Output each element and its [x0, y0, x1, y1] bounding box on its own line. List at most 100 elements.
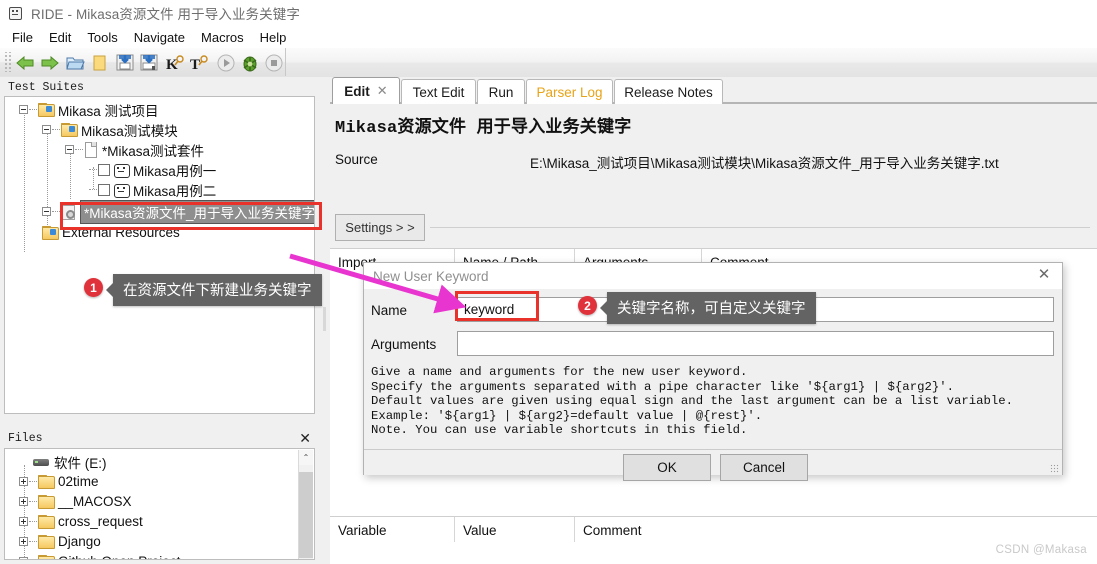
variable-grid-header: Variable Value Comment — [330, 516, 1097, 544]
external-resources-folder-icon — [42, 226, 59, 240]
testcase-icon — [114, 183, 130, 198]
files-node-folder[interactable]: __MACOSX — [19, 491, 132, 512]
toolbar: K T — [0, 48, 1097, 78]
tree-node-resource-file[interactable]: *Mikasa资源文件_用于导入业务关键字.txt — [42, 199, 314, 224]
variable-grid-body[interactable] — [330, 542, 1097, 564]
ok-button[interactable]: OK — [623, 454, 711, 481]
new-folder-icon[interactable] — [87, 50, 111, 75]
testcase-checkbox[interactable] — [98, 163, 110, 176]
test-suites-header: Test Suites — [8, 81, 84, 94]
tree-dots — [29, 108, 37, 111]
tab-text-edit[interactable]: Text Edit — [401, 79, 476, 104]
expand-plus-icon[interactable] — [19, 537, 28, 546]
save-icon[interactable] — [113, 50, 137, 75]
stop-icon[interactable] — [261, 50, 285, 75]
tree-node-label: Mikasa 测试项目 — [58, 103, 159, 119]
search-keyword-icon[interactable]: K — [163, 50, 187, 75]
name-label: Name — [371, 303, 408, 318]
files-node-folder[interactable]: 02time — [19, 471, 99, 492]
close-icon[interactable]: ✕ — [377, 83, 388, 99]
files-node-folder[interactable]: Github Open Project — [19, 551, 180, 559]
files-scrollbar[interactable]: ⌃ — [298, 450, 313, 559]
annotation-badge-1: 1 — [84, 278, 103, 297]
folder-icon — [38, 515, 55, 529]
tree-dots — [89, 168, 97, 171]
tree-node-testcase[interactable]: Mikasa用例二 — [88, 179, 216, 200]
expand-plus-icon[interactable] — [19, 557, 28, 559]
folder-icon — [38, 555, 55, 559]
tree-dots — [29, 540, 37, 543]
source-label: Source — [335, 152, 378, 167]
forward-icon[interactable] — [37, 50, 61, 75]
files-tree[interactable]: 软件 (E:) 02time __MACOSX cross_request Dj… — [4, 448, 315, 560]
debug-icon[interactable] — [237, 50, 261, 75]
menu-item-edit[interactable]: Edit — [41, 29, 79, 46]
files-node-drive[interactable]: 软件 (E:) — [19, 451, 107, 472]
resource-file-title: Mikasa资源文件 用于导入业务关键字 — [335, 119, 632, 138]
arguments-input[interactable] — [457, 331, 1054, 356]
test-suites-tree[interactable]: Mikasa 测试项目 Mikasa测试模块 *Mikasa测试套件 Mikas… — [4, 96, 315, 414]
tab-edit[interactable]: Edit ✕ — [332, 77, 400, 104]
files-panel-header: Files ✕ — [2, 429, 317, 448]
tab-run[interactable]: Run — [477, 79, 525, 104]
tab-label: Text Edit — [412, 84, 465, 100]
tree-node-module[interactable]: Mikasa测试模块 — [42, 119, 178, 140]
collapse-minus-icon[interactable] — [42, 207, 51, 216]
menu-item-macros[interactable]: Macros — [193, 29, 252, 46]
source-path: E:\Mikasa_测试项目\Mikasa测试模块\Mikasa资源文件_用于导… — [530, 156, 999, 171]
files-node-label: 软件 (E:) — [54, 455, 107, 471]
scrollbar-thumb[interactable] — [299, 472, 313, 558]
menu-item-help[interactable]: Help — [252, 29, 295, 46]
pane-splitter[interactable] — [319, 77, 330, 564]
search-test-icon[interactable]: T — [187, 50, 211, 75]
project-folder-icon — [38, 103, 55, 117]
run-icon[interactable] — [213, 50, 237, 75]
tree-dots — [75, 148, 83, 151]
tree-node-suite[interactable]: *Mikasa测试套件 — [65, 139, 204, 160]
tree-node-label: External Resources — [62, 225, 180, 240]
open-folder-icon[interactable] — [63, 50, 87, 75]
back-icon[interactable] — [13, 50, 37, 75]
files-node-label: cross_request — [58, 514, 143, 529]
dialog-help-text: Give a name and arguments for the new us… — [371, 365, 1014, 438]
tree-node-testcase[interactable]: Mikasa用例一 — [88, 159, 216, 180]
annotation-callout-2: 关键字名称，可自定义关键字 — [600, 292, 816, 324]
expand-plus-icon[interactable] — [19, 477, 28, 486]
cancel-button[interactable]: Cancel — [720, 454, 808, 481]
files-node-label: 02time — [58, 474, 99, 489]
menu-item-navigate[interactable]: Navigate — [126, 29, 193, 46]
expand-plus-icon[interactable] — [19, 497, 28, 506]
left-pane: Test Suites Mikasa 测试项目 Mikasa测试模块 *Mika… — [0, 77, 319, 564]
tab-parser-log[interactable]: Parser Log — [526, 79, 613, 104]
dialog-resize-grip[interactable] — [1050, 464, 1059, 473]
toolbar-drag-grip[interactable] — [3, 52, 11, 72]
tree-node-external-resources[interactable]: External Resources — [42, 222, 180, 243]
files-node-folder[interactable]: Django — [19, 531, 101, 552]
variable-col-value: Value — [454, 517, 574, 543]
menu-item-file[interactable]: File — [4, 29, 41, 46]
files-node-label: Django — [58, 534, 101, 549]
close-icon[interactable]: ✕ — [299, 431, 311, 445]
collapse-minus-icon[interactable] — [19, 105, 28, 114]
settings-toggle-button[interactable]: Settings > > — [335, 214, 425, 241]
scroll-up-icon[interactable]: ⌃ — [299, 450, 313, 465]
annotation-badge-2: 2 — [578, 296, 597, 315]
files-node-folder[interactable]: cross_request — [19, 511, 143, 532]
settings-button-label: Settings > > — [345, 220, 415, 235]
tab-release-notes[interactable]: Release Notes — [614, 79, 723, 104]
close-icon[interactable]: ✕ — [1036, 267, 1052, 283]
ok-button-label: OK — [657, 460, 677, 475]
testcase-checkbox[interactable] — [98, 183, 110, 196]
drive-icon — [33, 456, 49, 468]
tree-dots — [52, 210, 60, 213]
tree-node-project[interactable]: Mikasa 测试项目 — [19, 99, 159, 120]
window-titlebar: RIDE - Mikasa资源文件 用于导入业务关键字 — [0, 0, 1097, 25]
save-all-icon[interactable] — [137, 50, 161, 75]
collapse-minus-icon[interactable] — [65, 145, 74, 154]
collapse-minus-icon[interactable] — [42, 125, 51, 134]
expand-plus-icon[interactable] — [19, 517, 28, 526]
splitter-grip[interactable] — [323, 307, 326, 331]
folder-icon — [38, 495, 55, 509]
menu-item-tools[interactable]: Tools — [79, 29, 125, 46]
dialog-title: New User Keyword — [373, 268, 489, 284]
